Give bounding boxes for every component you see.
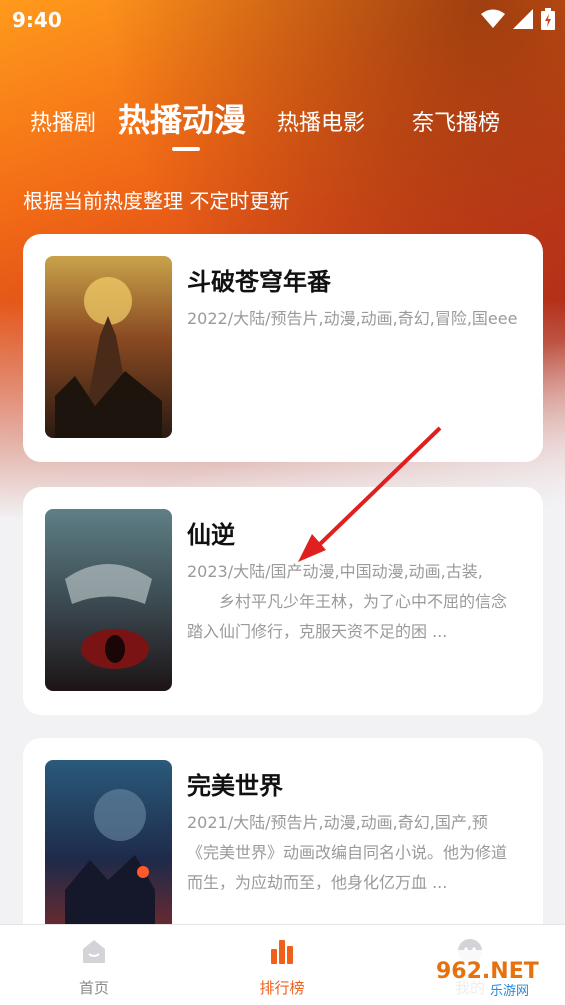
nav-home-label: 首页 [78,979,109,997]
nav-home[interactable]: 首页 [0,925,188,1005]
svg-text:乐游网: 乐游网 [490,984,529,999]
svg-text:962.NET: 962.NET [436,959,539,984]
site-watermark-logo: 962.NET 乐游网 [428,950,560,1000]
nav-ranking-label: 排行榜 [259,979,305,997]
home-icon [83,940,105,963]
nav-ranking[interactable]: 排行榜 [188,925,376,1005]
annotation-arrow [298,426,442,562]
bar-chart-icon [271,940,293,964]
